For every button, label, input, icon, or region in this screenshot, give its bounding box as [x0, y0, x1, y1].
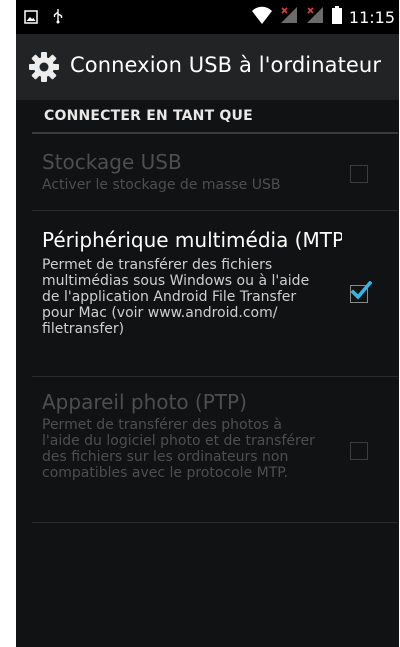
option-title: Appareil photo (PTP) — [42, 390, 247, 414]
option-media-device-mtp[interactable]: Périphérique multimédia (MTP) Permet de … — [32, 211, 398, 376]
page-title: Connexion USB à l'ordinateur — [70, 53, 382, 77]
phone-screen: 11:15 Connexion USB à l'ordinateur CONNE… — [16, 0, 399, 647]
option-summary: Activer le stockage de masse USB — [42, 177, 281, 193]
status-bar: 11:15 — [16, 0, 399, 34]
category-header: CONNECTER EN TANT QUE — [44, 108, 253, 124]
signal-icon — [279, 5, 299, 29]
action-bar: Connexion USB à l'ordinateur — [16, 34, 399, 100]
option-checkbox[interactable] — [350, 442, 368, 460]
list-divider — [32, 522, 398, 523]
checkmark-icon — [350, 281, 372, 300]
settings-gear-icon[interactable] — [28, 51, 60, 83]
usb-icon — [52, 8, 64, 28]
wifi-icon — [251, 5, 273, 29]
option-title: Périphérique multimédia (MTP) — [42, 228, 342, 252]
status-bar-left — [24, 8, 64, 28]
signal-icon — [305, 5, 325, 29]
battery-icon — [331, 5, 343, 29]
image-notification-icon — [24, 9, 38, 28]
option-checkbox[interactable] — [350, 165, 368, 183]
status-bar-right: 11:15 — [251, 5, 395, 29]
option-summary: Permet de transférer des photos à l'aide… — [42, 417, 315, 481]
option-checkbox[interactable] — [350, 281, 372, 303]
option-title: Stockage USB — [42, 150, 182, 174]
status-time: 11:15 — [348, 7, 395, 27]
option-usb-storage[interactable]: Stockage USB Activer le stockage de mass… — [32, 134, 398, 210]
option-summary: Permet de transférer des fichiers multim… — [42, 257, 310, 337]
option-camera-ptp[interactable]: Appareil photo (PTP) Permet de transfére… — [32, 377, 398, 522]
